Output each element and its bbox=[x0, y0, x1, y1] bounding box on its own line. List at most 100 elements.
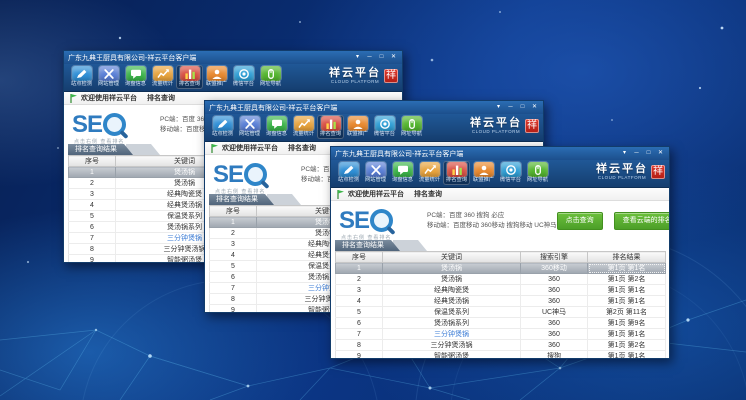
window-titlebar[interactable]: 广东九典王厨具有限公司-祥云平台客户端 ▾ ─ □ ✕ bbox=[331, 147, 669, 160]
menu-arrow-icon[interactable]: ▾ bbox=[494, 103, 503, 112]
tab-rank-results[interactable]: 排名查询结果 bbox=[209, 194, 274, 205]
tab-rank-results[interactable]: 排名查询结果 bbox=[68, 144, 133, 155]
table-row[interactable]: 5保温煲系列UC神马第2页 第11名 bbox=[336, 307, 666, 318]
cell-rank: 第1页 第1名 bbox=[588, 296, 666, 307]
main-toolbar: 站点检测网站管理询盘信息流量统计排名查询联盟推广微信平台网址导航 祥云平台 CL… bbox=[205, 114, 543, 142]
cell-engine: 360移动 bbox=[521, 263, 588, 274]
toolbar-item-traffic-stats[interactable]: 流量统计 bbox=[149, 65, 176, 89]
minimize-button[interactable]: ─ bbox=[632, 149, 641, 158]
menu-arrow-icon[interactable]: ▾ bbox=[620, 149, 629, 158]
toolbar-item-traffic-stats[interactable]: 流量统计 bbox=[290, 115, 317, 139]
cell-keyword: 智能粥汤煲 bbox=[383, 351, 521, 360]
cell-index: 8 bbox=[336, 340, 383, 351]
table-row[interactable]: 2煲汤锅360第1页 第2名 bbox=[336, 274, 666, 285]
table-row[interactable]: 4经典煲汤锅360第1页 第1名 bbox=[336, 296, 666, 307]
toolbar-item-inquiry[interactable]: 询盘信息 bbox=[389, 161, 416, 185]
traffic-stats-icon bbox=[420, 162, 440, 177]
cell-index: 4 bbox=[210, 250, 257, 261]
toolbar-item-site-manage[interactable]: 网站管理 bbox=[362, 161, 389, 185]
maximize-button[interactable]: □ bbox=[377, 53, 386, 62]
toolbar-item-site-nav[interactable]: 网址导航 bbox=[524, 161, 551, 185]
toolbar-item-site-check[interactable]: 站点检测 bbox=[68, 65, 95, 89]
site-manage-icon bbox=[240, 116, 260, 131]
brand-name: 祥云平台 bbox=[329, 68, 381, 79]
window-titlebar[interactable]: 广东九典王厨具有限公司-祥云平台客户端 ▾ ─ □ ✕ bbox=[64, 51, 402, 64]
close-button[interactable]: ✕ bbox=[389, 53, 398, 62]
query-button[interactable]: 点击查询 bbox=[557, 212, 603, 230]
cell-index: 7 bbox=[336, 329, 383, 340]
toolbar-item-alliance-promo[interactable]: 联盟推广 bbox=[470, 161, 497, 185]
toolbar-item-inquiry[interactable]: 询盘信息 bbox=[263, 115, 290, 139]
toolbar-item-site-manage[interactable]: 网站管理 bbox=[236, 115, 263, 139]
breadcrumb-welcome: 欢迎使用祥云平台 bbox=[81, 93, 137, 103]
toolbar-item-alliance-promo[interactable]: 联盟推广 bbox=[203, 65, 230, 89]
table-row[interactable]: 6煲汤锅系列360第1页 第9名 bbox=[336, 318, 666, 329]
toolbar-item-site-check[interactable]: 站点检测 bbox=[209, 115, 236, 139]
toolbar-item-label: 网址导航 bbox=[526, 177, 550, 183]
toolbar-item-site-check[interactable]: 站点检测 bbox=[335, 161, 362, 185]
cell-rank: 第1页 第9名 bbox=[588, 318, 666, 329]
wechat-platform-icon bbox=[375, 116, 395, 131]
tab-rank-results[interactable]: 排名查询结果 bbox=[335, 240, 400, 251]
cell-engine: UC神马 bbox=[521, 307, 588, 318]
cell-index: 3 bbox=[69, 189, 116, 200]
maximize-button[interactable]: □ bbox=[518, 103, 527, 112]
toolbar-item-ranking-query[interactable]: 排名查询 bbox=[317, 115, 344, 139]
ranking-query-icon bbox=[447, 162, 467, 177]
cell-index: 3 bbox=[336, 285, 383, 296]
brand-name: 祥云平台 bbox=[596, 164, 648, 175]
toolbar-item-site-nav[interactable]: 网址导航 bbox=[398, 115, 425, 139]
close-button[interactable]: ✕ bbox=[656, 149, 665, 158]
seo-logo: SE 点击右侧 查看排名 bbox=[339, 209, 427, 233]
window-titlebar[interactable]: 广东九典王厨具有限公司-祥云平台客户端 ▾ ─ □ ✕ bbox=[205, 101, 543, 114]
alliance-promo-icon bbox=[474, 162, 494, 177]
toolbar-item-site-manage[interactable]: 网站管理 bbox=[95, 65, 122, 89]
seo-query-panel: SE 点击右侧 查看排名 PC端：百度 360 搜狗 必应 移动端：百度移动 3… bbox=[331, 201, 669, 240]
desktop-background: 广东九典王厨具有限公司-祥云平台客户端 ▾ ─ □ ✕ 站点检测网站管理询盘信息… bbox=[0, 0, 746, 400]
breadcrumb: 欢迎使用祥云平台 排名查询 bbox=[331, 188, 669, 201]
cell-index: 7 bbox=[69, 233, 116, 244]
minimize-button[interactable]: ─ bbox=[506, 103, 515, 112]
table-row[interactable]: 3经典陶瓷煲360第1页 第1名 bbox=[336, 285, 666, 296]
cell-keyword: 煲汤锅系列 bbox=[383, 318, 521, 329]
table-row[interactable]: 9智能粥汤煲搜狗第1页 第1名 bbox=[336, 351, 666, 360]
toolbar-item-wechat-platform[interactable]: 微信平台 bbox=[371, 115, 398, 139]
toolbar-item-label: 流量统计 bbox=[292, 131, 316, 137]
menu-arrow-icon[interactable]: ▾ bbox=[353, 53, 362, 62]
table-row[interactable]: 8三分钟煲汤锅360第1页 第2名 bbox=[336, 340, 666, 351]
toolbar-item-label: 站点检测 bbox=[70, 81, 94, 87]
toolbar-item-label: 网站管理 bbox=[97, 81, 121, 87]
toolbar-item-wechat-platform[interactable]: 微信平台 bbox=[230, 65, 257, 89]
table-row[interactable]: 7三分钟煲锅360第1页 第1名 bbox=[336, 329, 666, 340]
alliance-promo-icon bbox=[348, 116, 368, 131]
breadcrumb-welcome: 欢迎使用祥云平台 bbox=[348, 189, 404, 199]
header-index: 序号 bbox=[210, 206, 257, 217]
wechat-platform-icon bbox=[501, 162, 521, 177]
toolbar-item-traffic-stats[interactable]: 流量统计 bbox=[416, 161, 443, 185]
toolbar-item-ranking-query[interactable]: 排名查询 bbox=[443, 161, 470, 185]
view-cloud-rank-button[interactable]: 查看云端的排名 bbox=[614, 212, 670, 230]
toolbar-item-label: 排名查询 bbox=[178, 81, 202, 87]
site-nav-icon bbox=[402, 116, 422, 131]
toolbar-item-inquiry[interactable]: 询盘信息 bbox=[122, 65, 149, 89]
toolbar-item-label: 流量统计 bbox=[418, 177, 442, 183]
maximize-button[interactable]: □ bbox=[644, 149, 653, 158]
cell-rank: 第1页 第1名 bbox=[588, 263, 666, 274]
cell-index: 1 bbox=[69, 167, 116, 178]
site-check-icon bbox=[72, 66, 92, 81]
toolbar-item-alliance-promo[interactable]: 联盟推广 bbox=[344, 115, 371, 139]
cell-index: 5 bbox=[69, 211, 116, 222]
toolbar-item-ranking-query[interactable]: 排名查询 bbox=[176, 65, 203, 89]
close-button[interactable]: ✕ bbox=[530, 103, 539, 112]
table-row[interactable]: 1煲汤锅360移动第1页 第1名 bbox=[336, 263, 666, 274]
cell-engine: 360 bbox=[521, 285, 588, 296]
cell-rank: 第1页 第2名 bbox=[588, 274, 666, 285]
brand-badge-icon: 祥 bbox=[525, 119, 539, 133]
cell-index: 5 bbox=[336, 307, 383, 318]
toolbar-item-site-nav[interactable]: 网址导航 bbox=[257, 65, 284, 89]
cell-rank: 第1页 第1名 bbox=[588, 351, 666, 360]
toolbar-item-wechat-platform[interactable]: 微信平台 bbox=[497, 161, 524, 185]
brand-badge-icon: 祥 bbox=[384, 69, 398, 83]
brand-subtitle: CLOUD PLATFORM bbox=[596, 176, 648, 181]
minimize-button[interactable]: ─ bbox=[365, 53, 374, 62]
